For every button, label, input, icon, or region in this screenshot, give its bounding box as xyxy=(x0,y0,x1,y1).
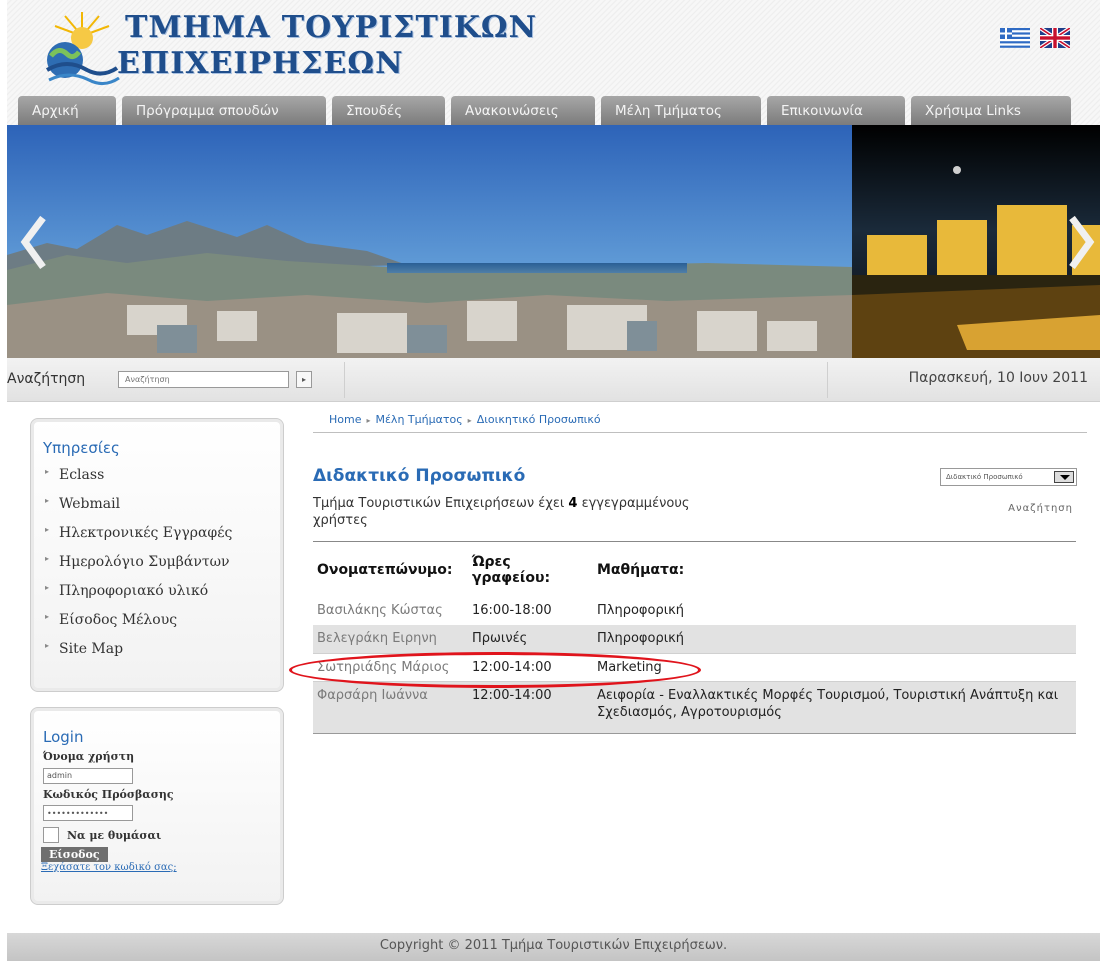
password-field[interactable] xyxy=(43,805,133,821)
services-box: Υπηρεσίες ▸ Eclass ▸ Webmail ▸ Ηλεκτρονικές… xyxy=(30,418,284,692)
remember-label: Να με θυμάσαι xyxy=(67,828,162,842)
services-title: Υπηρεσίες xyxy=(43,439,120,457)
breadcrumb-home[interactable]: Home xyxy=(329,413,361,426)
services-item-label: Πληροφοριακό υλικό xyxy=(59,583,209,599)
username-field[interactable] xyxy=(43,767,133,784)
services-item-sitemap[interactable]: ▸ Site Map xyxy=(45,635,283,664)
courses: Αειφορία - Εναλλακτικές Μορφές Τουρισμού… xyxy=(593,680,1076,734)
table-header-row: Ονοματεπώνυμο: Ώρες γραφείου: Μαθήματα: xyxy=(313,543,1076,597)
table-row: Βελεγράκη Ειρηνη Πρωινές Πληροφορική xyxy=(313,625,1076,653)
highlight-ellipse xyxy=(289,652,701,688)
search-label: Αναζήτηση xyxy=(7,371,86,387)
staff-type-value: Διδακτικό Προσωπικό xyxy=(946,473,1023,481)
office-hours: 12:00-14:00 xyxy=(468,680,593,734)
services-item-label: Ηλεκτρονικές Εγγραφές xyxy=(59,525,233,541)
services-item-label: Ημερολόγιο Συμβάντων xyxy=(59,554,230,570)
password-label: Κωδικός Πρόσβασης xyxy=(43,787,174,801)
services-item-label: Είσοδος Μέλους xyxy=(59,612,178,628)
office-hours: Πρωινές xyxy=(468,625,593,653)
tab-studies[interactable]: Σπουδές xyxy=(332,96,445,126)
divider xyxy=(344,362,345,398)
breadcrumb: Home ▸ Μέλη Τμήματος ▸ Διοικητικό Προσωπικό xyxy=(329,413,601,426)
footer: Copyright © 2011 Τμήμα Τουριστικών Επιχε… xyxy=(7,933,1100,961)
chevron-down-icon[interactable] xyxy=(1054,471,1074,483)
tab-useful-links[interactable]: Χρήσιμα Links xyxy=(911,96,1071,126)
services-item-member-login[interactable]: ▸ Είσοδος Μέλους xyxy=(45,606,283,635)
current-date: Παρασκευή, 10 Ιουν 2011 xyxy=(908,370,1088,386)
username-label: Όνομα χρήστη xyxy=(43,750,135,763)
logo-icon[interactable] xyxy=(37,8,127,98)
tab-contact[interactable]: Επικοινωνία xyxy=(767,96,905,126)
bullet-icon: ▸ xyxy=(45,496,50,505)
tab-program[interactable]: Πρόγραμμα σπουδών xyxy=(122,96,326,126)
search-input[interactable] xyxy=(118,371,289,388)
search-go-button[interactable]: ▸ xyxy=(296,371,312,388)
bullet-icon: ▸ xyxy=(45,554,50,563)
copyright-text: Copyright © 2011 Τμήμα Τουριστικών Επιχε… xyxy=(379,938,728,953)
breadcrumb-separator-icon: ▸ xyxy=(366,416,371,425)
site-title-line2: ΕΠΙΧΕΙΡΗΣΕΩΝ xyxy=(117,46,404,81)
column-header-name: Ονοματεπώνυμο: xyxy=(317,562,453,578)
search-bar: Αναζήτηση ▸ Παρασκευή, 10 Ιουν 2011 xyxy=(7,358,1100,402)
remember-checkbox[interactable] xyxy=(43,827,59,843)
bullet-icon: ▸ xyxy=(45,641,50,650)
breadcrumb-members[interactable]: Μέλη Τμήματος xyxy=(376,413,463,426)
prev-slide-icon[interactable] xyxy=(19,215,49,270)
breadcrumb-rule xyxy=(313,432,1087,433)
breadcrumb-separator-icon: ▸ xyxy=(467,416,472,425)
services-item-label: Eclass xyxy=(59,467,105,483)
page-title: Διδακτικό Προσωπικό xyxy=(313,466,526,486)
login-box: Login Όνομα χρήστη Κωδικός Πρόσβασης Να … xyxy=(30,707,284,905)
next-slide-icon[interactable] xyxy=(1066,215,1096,270)
bullet-icon: ▸ xyxy=(45,612,50,621)
breadcrumb-current[interactable]: Διοικητικό Προσωπικό xyxy=(477,413,601,426)
title-rule xyxy=(313,541,1076,542)
services-item-label: Webmail xyxy=(59,496,121,512)
site-title-line1: ΤΜΗΜΑ ΤΟΥΡΙΣΤΙΚΩΝ xyxy=(125,10,538,45)
subtitle-prefix: Τμήμα Τουριστικών Επιχειρήσεων έχει xyxy=(313,496,569,511)
services-item-info-material[interactable]: ▸ Πληροφοριακό υλικό xyxy=(45,577,283,606)
uk-flag-icon[interactable] xyxy=(1040,28,1070,48)
bullet-icon: ▸ xyxy=(45,467,50,476)
forgot-password-link[interactable]: Ξεχάσατε τον κωδικό σας; xyxy=(41,862,283,873)
table-row: Φαρσάρη Ιωάννα 12:00-14:00 Αειφορία - Εν… xyxy=(313,680,1076,734)
services-menu: ▸ Eclass ▸ Webmail ▸ Ηλεκτρονικές Εγγραφές … xyxy=(45,461,283,664)
column-header-courses: Μαθήματα: xyxy=(597,562,685,578)
courses: Πληροφορική xyxy=(593,625,1076,653)
tab-members[interactable]: Μέλη Τμήματος xyxy=(601,96,761,126)
banner-image xyxy=(7,125,1100,358)
staff-name-link[interactable]: Βασιλάκης Κώστας xyxy=(313,597,468,625)
search-link[interactable]: Αναζήτηση xyxy=(1008,503,1073,514)
main-nav: Αρχική Πρόγραμμα σπουδών Σπουδές Ανακοιν… xyxy=(18,96,1077,126)
services-item-label: Site Map xyxy=(59,641,124,657)
courses: Πληροφορική xyxy=(597,603,684,618)
column-header-hours: Ώρες γραφείου: xyxy=(472,554,551,586)
services-item-webmail[interactable]: ▸ Webmail xyxy=(45,490,283,519)
staff-table: Ονοματεπώνυμο: Ώρες γραφείου: Μαθήματα: … xyxy=(313,543,1076,734)
services-item-calendar[interactable]: ▸ Ημερολόγιο Συμβάντων xyxy=(45,548,283,577)
tab-announcements[interactable]: Ανακοινώσεις xyxy=(451,96,595,126)
banner-slideshow xyxy=(7,125,1100,358)
tab-home[interactable]: Αρχική xyxy=(18,96,116,126)
bullet-icon: ▸ xyxy=(45,583,50,592)
staff-type-select[interactable]: Διδακτικό Προσωπικό xyxy=(940,468,1077,486)
language-switcher xyxy=(1000,28,1070,48)
services-item-eclass[interactable]: ▸ Eclass xyxy=(45,461,283,490)
office-hours: 16:00-18:00 xyxy=(472,603,552,618)
member-count-text: Τμήμα Τουριστικών Επιχειρήσεων έχει 4 εγ… xyxy=(313,495,743,529)
greek-flag-icon[interactable] xyxy=(1000,28,1030,48)
bullet-icon: ▸ xyxy=(45,525,50,534)
divider xyxy=(827,362,828,398)
staff-name-link[interactable]: Φαρσάρη Ιωάννα xyxy=(313,680,468,734)
login-button[interactable]: Είσοδος xyxy=(41,847,108,862)
staff-name-link[interactable]: Βελεγράκη Ειρηνη xyxy=(313,625,468,653)
table-row: Βασιλάκης Κώστας 16:00-18:00 Πληροφορική xyxy=(313,597,1076,625)
services-item-registrations[interactable]: ▸ Ηλεκτρονικές Εγγραφές xyxy=(45,519,283,548)
remember-me: Να με θυμάσαι xyxy=(43,827,283,843)
site-title: ΤΜΗΜΑ ΤΟΥΡΙΣΤΙΚΩΝ ΕΠΙΧΕΙΡΗΣΕΩΝ xyxy=(117,10,538,82)
login-title: Login xyxy=(43,728,84,746)
